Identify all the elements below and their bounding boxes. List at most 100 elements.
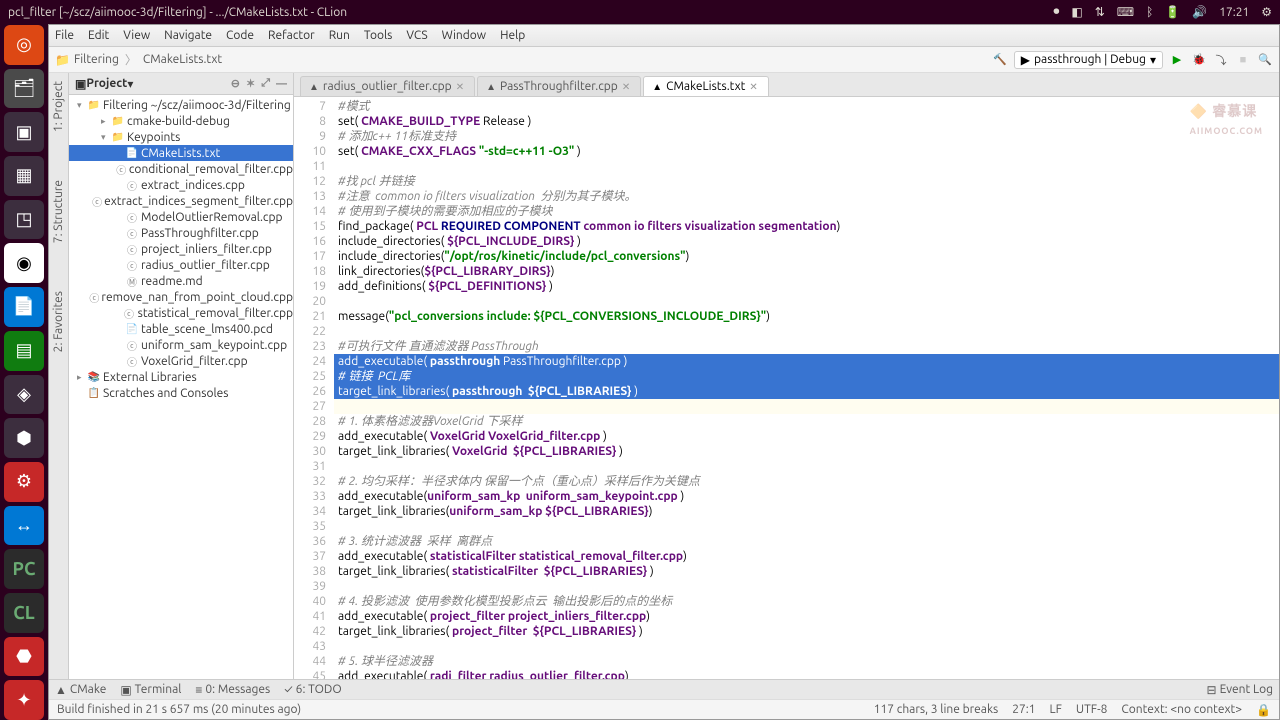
crumb-root[interactable]: Filtering	[74, 53, 119, 66]
tree-item[interactable]: 📄table_scene_lms400.pcd	[69, 321, 293, 337]
menu-refactor[interactable]: Refactor	[268, 29, 315, 42]
tree-item[interactable]: ⓒremove_nan_from_point_cloud.cpp	[69, 289, 293, 305]
tree-item[interactable]: Ⓜreadme.md	[69, 273, 293, 289]
build-icon[interactable]: 🔨	[992, 52, 1008, 68]
menu-code[interactable]: Code	[226, 29, 254, 42]
sidetab-favorites[interactable]: 2: Favorites	[52, 287, 65, 356]
close-icon[interactable]: ✕	[456, 81, 464, 93]
tree-item[interactable]: ▾📁Keypoints	[69, 129, 293, 145]
launcher-app5-icon[interactable]: ⬣	[4, 637, 44, 677]
code-content[interactable]: #模式set( CMAKE_BUILD_TYPE Release )# 添加c+…	[334, 97, 1279, 679]
search-icon[interactable]: 🔍	[1257, 52, 1273, 68]
launcher-app4-icon[interactable]: ⬢	[4, 418, 44, 458]
status-sep[interactable]: LF	[1049, 703, 1061, 716]
tray-app-icon[interactable]: ◧	[1071, 5, 1082, 19]
launcher-app6-icon[interactable]: ✦	[4, 680, 44, 720]
launcher-app-icon[interactable]: ▦	[4, 156, 44, 196]
stop-button[interactable]: ■	[1235, 52, 1251, 68]
gutter: 7891011121314151617181920212223242526272…	[294, 97, 334, 679]
tree-item[interactable]: ⓒPassThroughfilter.cpp	[69, 225, 293, 241]
sidetab-project[interactable]: 1: Project	[52, 77, 65, 136]
launcher-teamviewer-icon[interactable]: ↔	[4, 506, 44, 546]
btab-cmake[interactable]: ▲ CMake	[55, 683, 106, 697]
attach-button[interactable]: ⤵	[1213, 52, 1229, 68]
status-ctx[interactable]: Context: <no context>	[1121, 703, 1242, 716]
tray-record-icon[interactable]: ⏺	[1053, 5, 1059, 19]
left-side-tabs: 1: Project 7: Structure 2: Favorites	[49, 73, 69, 679]
gear-icon[interactable]: ✶	[246, 77, 255, 90]
btab-messages[interactable]: ≡ 0: Messages	[195, 683, 270, 697]
tray-lang-icon[interactable]: ⌨	[1117, 5, 1134, 19]
run-button[interactable]: ▶	[1169, 52, 1185, 68]
tray-gear-icon[interactable]: ⚙	[1261, 5, 1272, 19]
tray-bluetooth-icon[interactable]: ᛒ	[1146, 6, 1153, 19]
tree-item[interactable]: ⓒuniform_sam_keypoint.cpp	[69, 337, 293, 353]
system-tray: ⏺ ◧ ⇅ ⌨ ᛒ 🔋 🔊 17:21 ⚙	[1053, 5, 1272, 19]
sidetab-structure[interactable]: 7: Structure	[52, 176, 65, 247]
ubuntu-launcher: ◎ 🗂 ▣ ▦ ◳ ◉ 📄 ▤ ◈ ⬢ ⚙ ↔ PC CL ⬣ ✦	[0, 0, 48, 720]
tree-item[interactable]: ⓒVoxelGrid_filter.cpp	[69, 353, 293, 369]
menu-view[interactable]: View	[123, 29, 150, 42]
project-tree[interactable]: ▾📁Filtering ~/scz/aiimooc-3d/Filtering ▸…	[69, 95, 293, 679]
collapse-icon[interactable]: ⊖	[231, 77, 240, 90]
close-icon[interactable]: ✕	[749, 81, 757, 93]
debug-button[interactable]: 🐞	[1191, 52, 1207, 68]
btab-todo[interactable]: ✓ 6: TODO	[284, 683, 341, 696]
menu-help[interactable]: Help	[500, 29, 525, 42]
tree-item[interactable]: ⓒextract_indices.cpp	[69, 177, 293, 193]
launcher-terminal-icon[interactable]: ▣	[4, 112, 44, 152]
crumb-file[interactable]: CMakeLists.txt	[143, 53, 222, 66]
statusbar: Build finished in 21 s 657 ms (20 minute…	[49, 699, 1279, 719]
menu-tools[interactable]: Tools	[364, 29, 393, 42]
tree-scratches[interactable]: 📋Scratches and Consoles	[69, 385, 293, 401]
launcher-files-icon[interactable]: 🗂	[4, 69, 44, 109]
menu-file[interactable]: File	[55, 29, 74, 42]
code-area[interactable]: 🔶 睿慕课AIIMOOC.COM 78910111213141516171819…	[294, 97, 1279, 679]
menu-run[interactable]: Run	[329, 29, 350, 42]
tree-item[interactable]: ⓒconditional_removal_filter.cpp	[69, 161, 293, 177]
hide-icon[interactable]: ⤢	[261, 77, 270, 90]
tree-external-libs[interactable]: ▸📚External Libraries	[69, 369, 293, 385]
editor-tab[interactable]: ▲CMakeLists.txt✕	[643, 76, 769, 96]
desktop-top-panel: pcl_filter [~/scz/aiimooc-3d/Filtering] …	[0, 0, 1280, 24]
launcher-settings-icon[interactable]: ⚙	[4, 462, 44, 502]
launcher-dash-icon[interactable]: ◎	[4, 25, 44, 65]
menu-edit[interactable]: Edit	[88, 29, 109, 42]
tray-volume-icon[interactable]: 🔊	[1192, 5, 1207, 19]
menu-vcs[interactable]: VCS	[406, 29, 427, 42]
menu-window[interactable]: Window	[442, 29, 486, 42]
launcher-clion-icon[interactable]: CL	[4, 593, 44, 633]
launcher-app3-icon[interactable]: ◈	[4, 375, 44, 415]
launcher-chrome-icon[interactable]: ◉	[4, 243, 44, 283]
event-log[interactable]: ⊟ Event Log	[1207, 683, 1273, 697]
tree-item[interactable]: ⓒextract_indices_segment_filter.cpp	[69, 193, 293, 209]
tree-item[interactable]: 📄CMakeLists.txt	[69, 145, 293, 161]
menu-navigate[interactable]: Navigate	[164, 29, 212, 42]
tree-item[interactable]: ⓒModelOutlierRemoval.cpp	[69, 209, 293, 225]
launcher-calc-icon[interactable]: ▤	[4, 331, 44, 371]
editor-tab[interactable]: ▲radius_outlier_filter.cpp✕	[300, 76, 475, 96]
launcher-app2-icon[interactable]: ◳	[4, 200, 44, 240]
btab-terminal[interactable]: ▣ Terminal	[120, 683, 181, 697]
run-config-selector[interactable]: ▶ passthrough | Debug ▾	[1014, 51, 1163, 69]
crumb-folder-icon[interactable]: 📁	[55, 53, 70, 67]
tray-clock[interactable]: 17:21	[1219, 6, 1249, 19]
launcher-pycharm-icon[interactable]: PC	[4, 549, 44, 589]
tree-item[interactable]: ⓒproject_inliers_filter.cpp	[69, 241, 293, 257]
editor-tab[interactable]: ▲PassThroughfilter.cpp✕	[477, 76, 641, 96]
project-dropdown-icon[interactable]: ▾	[127, 77, 224, 91]
tree-item[interactable]: ▸📁cmake-build-debug	[69, 113, 293, 129]
tray-network-icon[interactable]: ⇅	[1095, 5, 1105, 19]
close-icon[interactable]: ✕	[622, 81, 630, 93]
tray-battery-icon[interactable]: 🔋	[1165, 5, 1180, 19]
tree-item[interactable]: ⓒstatistical_removal_filter.cpp	[69, 305, 293, 321]
status-pos: 27:1	[1012, 703, 1035, 716]
status-lock-icon[interactable]: 🔒	[1256, 703, 1271, 717]
launcher-writer-icon[interactable]: 📄	[4, 287, 44, 327]
tree-root[interactable]: ▾📁Filtering ~/scz/aiimooc-3d/Filtering	[69, 97, 293, 113]
minimize-icon[interactable]: —	[276, 78, 287, 90]
status-enc[interactable]: UTF-8	[1076, 703, 1107, 716]
bottom-toolwindow-bar: ▲ CMake ▣ Terminal ≡ 0: Messages ✓ 6: TO…	[49, 679, 1279, 699]
tree-item[interactable]: ⓒradius_outlier_filter.cpp	[69, 257, 293, 273]
run-config-label: passthrough | Debug	[1034, 53, 1146, 66]
